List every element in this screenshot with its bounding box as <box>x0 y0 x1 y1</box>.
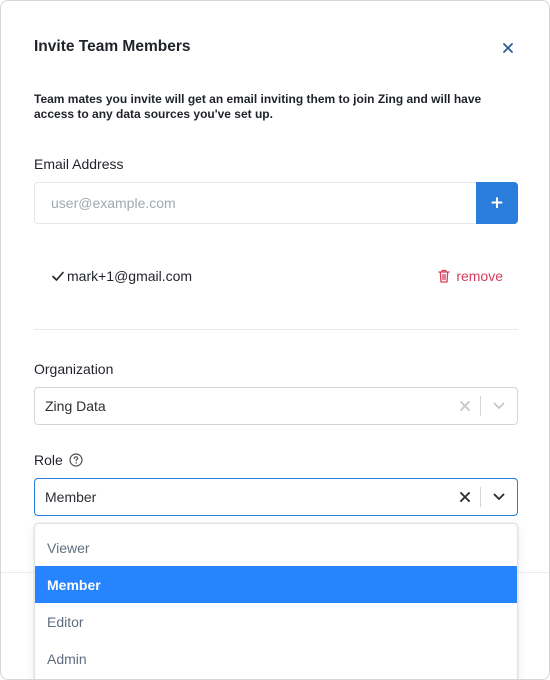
organization-clear-button[interactable] <box>450 388 480 424</box>
clear-icon <box>460 401 470 411</box>
close-button[interactable] <box>498 38 518 58</box>
email-input[interactable] <box>34 182 476 224</box>
role-value: Member <box>45 489 97 505</box>
role-dropdown-toggle[interactable] <box>481 479 517 515</box>
remove-invitee-button[interactable]: remove <box>438 268 503 284</box>
invite-modal: Invite Team Members Team mates you invit… <box>0 0 550 680</box>
organization-value: Zing Data <box>45 398 106 414</box>
organization-label: Organization <box>34 361 114 377</box>
invitee-row: mark+1@gmail.com remove <box>51 266 503 286</box>
add-email-button[interactable]: + <box>476 182 518 224</box>
remove-label: remove <box>456 268 503 284</box>
question-circle-icon <box>69 453 83 467</box>
close-icon <box>503 43 513 53</box>
role-clear-button[interactable] <box>450 479 480 515</box>
email-input-group: + <box>34 182 518 224</box>
role-option-admin[interactable]: Admin <box>35 640 517 677</box>
role-label-row: Role <box>34 452 83 468</box>
modal-description: Team mates you invite will get an email … <box>34 92 482 121</box>
role-select[interactable]: Member <box>34 478 518 516</box>
role-options-menu: Viewer Member Editor Admin <box>34 523 518 679</box>
section-divider <box>34 329 518 330</box>
role-option-editor[interactable]: Editor <box>35 603 517 640</box>
chevron-down-icon <box>493 402 505 409</box>
modal-title: Invite Team Members <box>34 38 191 55</box>
organization-dropdown-toggle[interactable] <box>481 388 517 424</box>
email-label: Email Address <box>34 156 124 172</box>
trash-icon <box>438 269 450 283</box>
check-icon <box>52 271 64 281</box>
chevron-down-icon <box>493 493 505 500</box>
role-option-member[interactable]: Member <box>35 566 517 603</box>
organization-select[interactable]: Zing Data <box>34 387 518 425</box>
clear-icon <box>460 492 470 502</box>
role-option-viewer[interactable]: Viewer <box>35 529 517 566</box>
invitee-email: mark+1@gmail.com <box>67 268 193 284</box>
role-label: Role <box>34 452 63 468</box>
help-icon[interactable] <box>69 453 83 467</box>
